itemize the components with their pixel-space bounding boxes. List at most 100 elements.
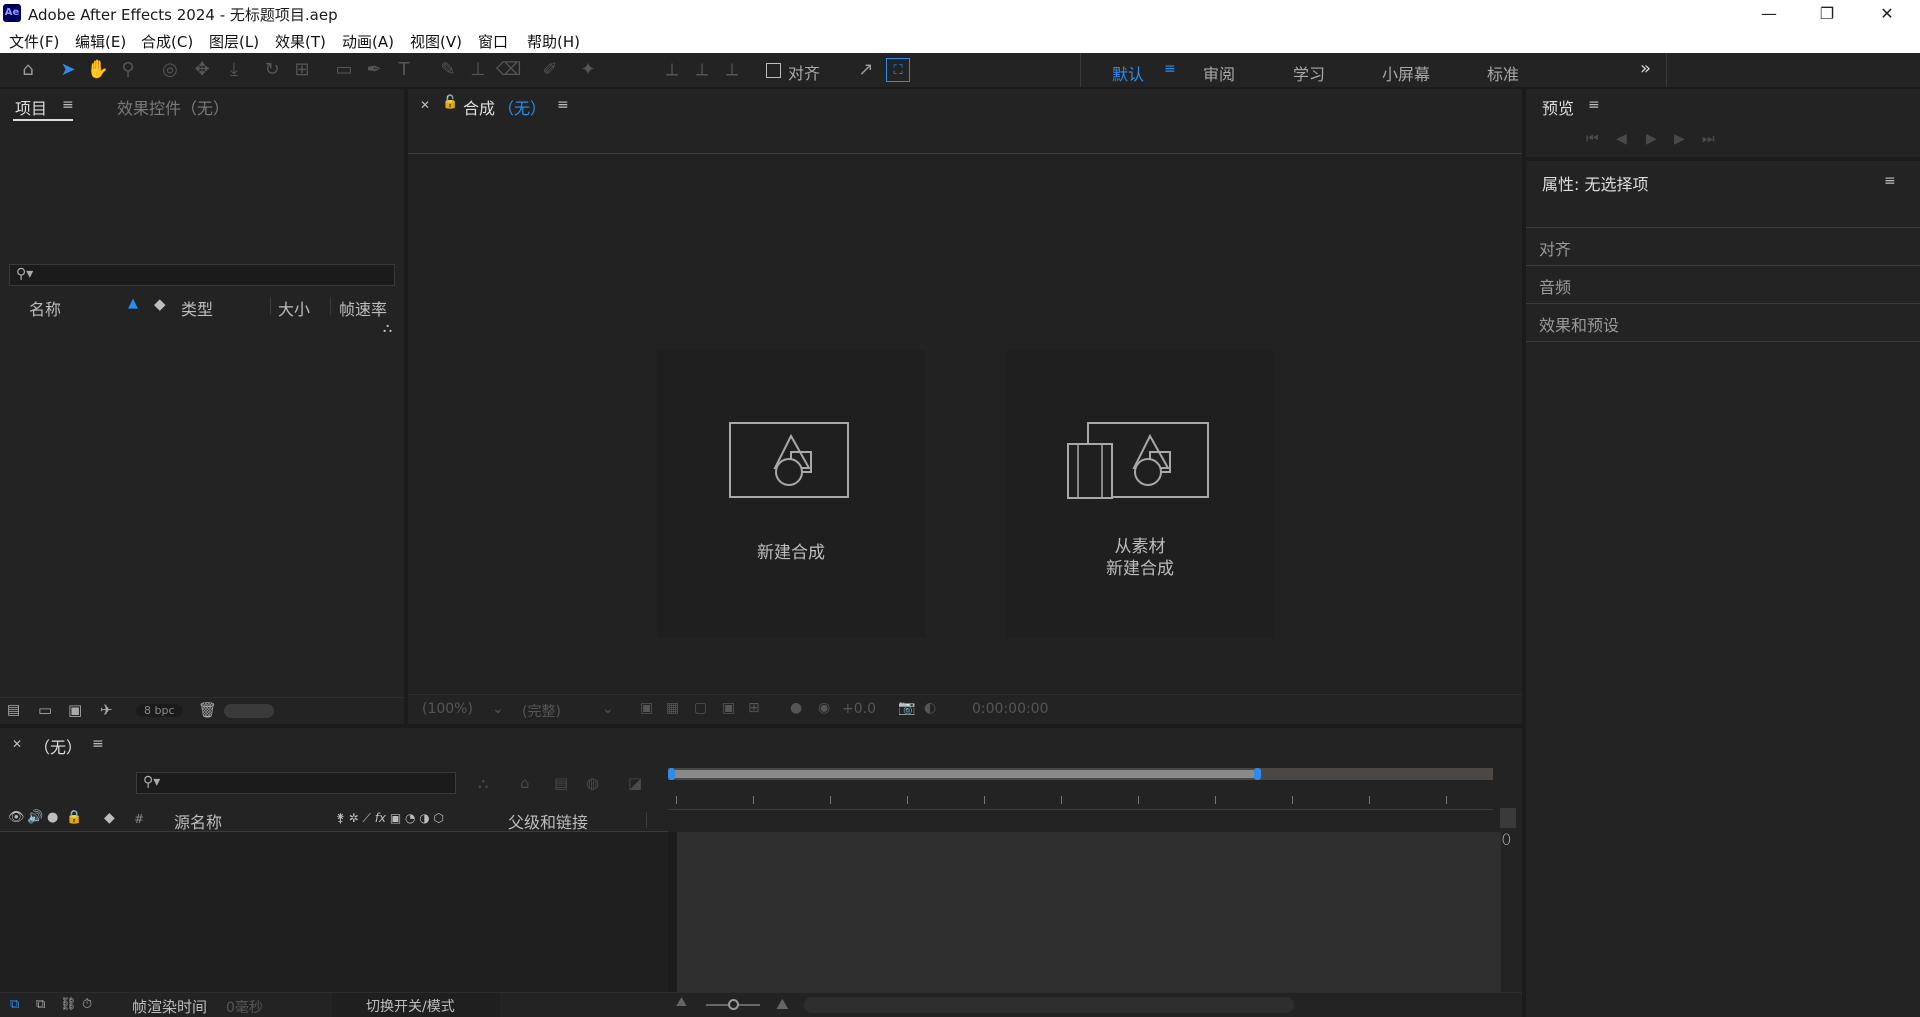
play-icon[interactable]: ▶ (1646, 131, 1657, 147)
fast-preview-icon[interactable]: ▣ (640, 700, 653, 716)
world-axis-icon[interactable]: ⟂ (690, 58, 714, 82)
adjust-project-icon[interactable]: ✈ (100, 701, 113, 719)
snap-target-icon[interactable]: ⛶ (886, 58, 910, 82)
layer-list-area[interactable] (0, 832, 668, 992)
workspace-learn[interactable]: 学习 (1293, 61, 1325, 85)
workspace-more-button[interactable]: » (1640, 58, 1651, 79)
menu-file[interactable]: 文件(F) (9, 31, 59, 52)
motion-blur-icon[interactable]: ◍ (586, 774, 599, 792)
show-snapshot-icon[interactable]: ◐ (924, 700, 936, 716)
zoom-in-icon[interactable]: ⛰ (776, 995, 789, 1013)
selection-tool-icon[interactable]: ➤ (56, 58, 80, 82)
workspace-menu-icon[interactable]: ≡ (1164, 61, 1176, 77)
thumbnail-slider[interactable] (224, 704, 274, 718)
exposure-reset-icon[interactable]: ◉ (818, 700, 830, 716)
current-time-display[interactable]: 0:00:00:00 (972, 701, 1049, 717)
source-name-header[interactable]: 源名称 (174, 809, 222, 833)
last-frame-icon[interactable]: ⏭ (1702, 131, 1715, 147)
zoom-chevron-icon[interactable]: ⌄ (492, 701, 504, 717)
in-out-toggle-icon[interactable]: ⛓ (60, 997, 77, 1012)
zoom-slider-knob[interactable] (728, 999, 739, 1010)
tab-composition[interactable]: 合成 (463, 95, 495, 119)
menu-view[interactable]: 视图(V) (410, 31, 462, 52)
pen-tool-icon[interactable]: ✒ (362, 58, 386, 82)
project-search-input[interactable]: ⚲▾ (9, 264, 395, 286)
comp-panel-menu-icon[interactable]: ≡ (557, 97, 569, 113)
new-comp-from-footage-card[interactable]: 从素材 新建合成 (1006, 350, 1274, 638)
column-size[interactable]: 大小 (278, 296, 310, 320)
dolly-camera-icon[interactable]: ⤓ (222, 58, 246, 82)
rotate-tool-icon[interactable]: ↻ (260, 58, 284, 82)
parent-link-header[interactable]: 父级和链接 (508, 809, 588, 833)
work-area-bar[interactable] (672, 770, 1256, 778)
render-time-toggle-icon[interactable]: ⏱ (82, 997, 92, 1012)
hand-tool-icon[interactable]: ✋ (86, 58, 110, 82)
zoom-out-icon[interactable]: ⛰ (676, 995, 687, 1010)
section-effects-presets[interactable]: 效果和预设 (1526, 304, 1920, 342)
exposure-value[interactable]: +0.0 (842, 701, 876, 717)
flowchart-icon[interactable]: ⛬ (383, 321, 392, 336)
timeline-horizontal-scrollbar[interactable] (804, 997, 1294, 1013)
tab-timeline[interactable]: （无） (34, 734, 82, 758)
menu-effect[interactable]: 效果(T) (275, 31, 326, 52)
column-type[interactable]: 类型 (181, 296, 213, 320)
previous-frame-icon[interactable]: ◀ (1616, 131, 1627, 147)
timeline-track-area[interactable] (677, 832, 1501, 992)
guides-icon[interactable]: ⊞ (748, 700, 760, 716)
draft-3d-icon[interactable]: ⌂ (520, 774, 530, 792)
brush-tool-icon[interactable]: ✎ (436, 58, 460, 82)
preview-menu-icon[interactable]: ≡ (1588, 97, 1600, 113)
video-visibility-icon[interactable]: 👁 (8, 810, 25, 825)
project-panel-menu-icon[interactable]: ≡ (62, 97, 74, 113)
section-align[interactable]: 对齐 (1526, 228, 1920, 266)
menu-composition[interactable]: 合成(C) (141, 31, 193, 52)
comp-marker-bin-icon[interactable]: ⬯ (1502, 832, 1511, 848)
composition-viewer[interactable]: 新建合成 从素材 新建合成 (408, 154, 1522, 694)
timeline-search-input[interactable]: ⚲▾ (136, 772, 456, 794)
tab-effect-controls[interactable]: 效果控件（无） (117, 95, 229, 119)
column-frame-rate[interactable]: 帧速率 (339, 296, 387, 320)
snapping-icon[interactable]: ↗ (854, 58, 878, 82)
zoom-dropdown[interactable]: (100%) (422, 701, 473, 717)
graph-editor-icon[interactable]: ◪ (628, 774, 642, 792)
restore-button[interactable]: ❐ (1798, 0, 1856, 27)
transparency-grid-icon[interactable]: ▦ (666, 700, 679, 716)
navigator-end-handle[interactable] (1254, 768, 1261, 780)
resolution-chevron-icon[interactable]: ⌄ (602, 701, 614, 717)
new-folder-icon[interactable]: ▭ (38, 701, 52, 719)
first-frame-icon[interactable]: ⏮ (1586, 131, 1599, 147)
new-composition-card[interactable]: 新建合成 (657, 350, 925, 638)
label-tag-icon[interactable]: ◆ (104, 810, 115, 826)
lock-icon[interactable]: 🔓 (442, 95, 458, 110)
section-audio[interactable]: 音频 (1526, 266, 1920, 304)
column-name[interactable]: 名称 (29, 296, 61, 320)
resolution-dropdown[interactable]: (完整) (522, 701, 561, 721)
solo-icon[interactable]: ● (47, 810, 58, 825)
modes-toggle-icon[interactable]: ⧉ (36, 997, 45, 1012)
composition-flowchart-icon[interactable]: ⛬ (478, 774, 489, 792)
toggle-switches-modes-button[interactable]: 切换开关/模式 (332, 993, 500, 1017)
bit-depth-badge[interactable]: 8 bpc (136, 704, 183, 717)
pan-camera-icon[interactable]: ✥ (190, 58, 214, 82)
menu-edit[interactable]: 编辑(E) (75, 31, 126, 52)
close-timeline-icon[interactable]: ✕ (12, 737, 22, 751)
sort-ascending-icon[interactable]: ▲ (128, 296, 138, 311)
workspace-review[interactable]: 审阅 (1203, 61, 1235, 85)
mask-path-icon[interactable]: ▢ (694, 700, 707, 716)
timeline-scroll-handle[interactable] (1500, 808, 1516, 828)
time-ruler[interactable] (668, 790, 1493, 810)
lock-icon[interactable]: 🔒 (66, 810, 82, 825)
region-of-interest-icon[interactable]: ▣ (722, 700, 735, 716)
workspace-default[interactable]: 默认 (1112, 61, 1144, 85)
trash-icon[interactable]: 🗑 (198, 701, 217, 719)
zoom-tool-icon[interactable]: ⚲ (116, 58, 140, 82)
menu-animation[interactable]: 动画(A) (342, 31, 394, 52)
orbit-camera-icon[interactable]: ◎ (158, 58, 182, 82)
navigator-start-handle[interactable] (668, 768, 675, 780)
timeline-menu-icon[interactable]: ≡ (92, 736, 104, 752)
close-tab-icon[interactable]: ✕ (420, 98, 430, 112)
menu-help[interactable]: 帮助(H) (527, 31, 580, 52)
audio-icon[interactable]: 🔊 (27, 810, 43, 825)
interpret-footage-icon[interactable]: ▤ (7, 702, 20, 718)
local-axis-icon[interactable]: ⟂ (660, 58, 684, 82)
